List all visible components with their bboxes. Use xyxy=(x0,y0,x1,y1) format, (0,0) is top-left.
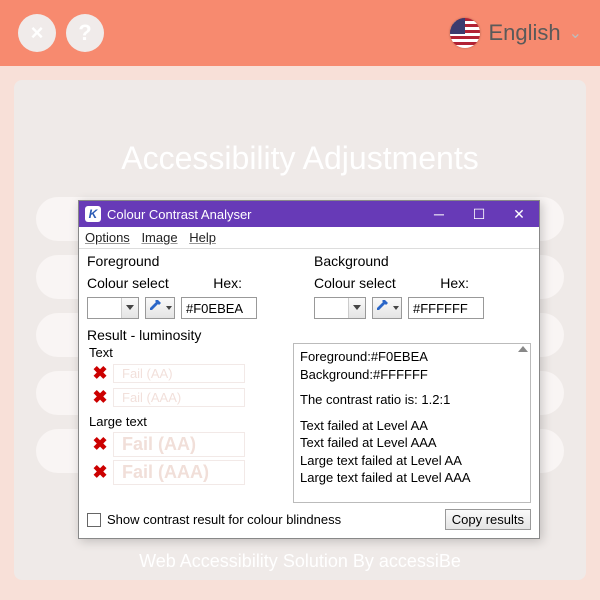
page-title: Accessibility Adjustments xyxy=(14,140,586,177)
text-aaa-result: Fail (AAA) xyxy=(113,388,245,407)
scroll-up-icon[interactable] xyxy=(518,346,528,352)
language-label: English xyxy=(488,20,560,46)
fg-eyedropper-button[interactable] xyxy=(145,297,175,319)
results-line: Large text failed at Level AAA xyxy=(300,469,524,487)
fail-icon: ✖ xyxy=(91,387,109,408)
large-text-subhead: Large text xyxy=(87,414,287,429)
fg-select-label: Colour select xyxy=(87,275,169,291)
eyedropper-icon xyxy=(148,300,162,314)
result-title: Result - luminosity xyxy=(87,327,531,343)
results-line: Large text failed at Level AA xyxy=(300,452,524,470)
chevron-down-icon: ⌄ xyxy=(569,23,582,43)
window-title: Colour Contrast Analyser xyxy=(107,207,419,222)
panel-footer: Web Accessibility Solution By accessiBe xyxy=(14,551,586,572)
results-line: Background:#FFFFFF xyxy=(300,366,524,384)
colour-blind-label: Show contrast result for colour blindnes… xyxy=(107,512,341,527)
help-button[interactable]: ? xyxy=(66,14,104,52)
close-window-button[interactable]: ✕ xyxy=(499,201,539,227)
fg-hex-label: Hex: xyxy=(213,275,242,291)
minimize-button[interactable]: ─ xyxy=(419,201,459,227)
large-aaa-result: Fail (AAA) xyxy=(113,460,245,485)
bg-hex-input[interactable] xyxy=(408,297,484,319)
menu-options[interactable]: Options xyxy=(85,230,130,245)
menu-bar: Options Image Help xyxy=(79,227,539,249)
us-flag-icon xyxy=(450,18,480,48)
bg-eyedropper-button[interactable] xyxy=(372,297,402,319)
fg-colour-dropdown[interactable] xyxy=(87,297,139,319)
text-subhead: Text xyxy=(87,345,287,360)
results-textarea[interactable]: Foreground:#F0EBEA Background:#FFFFFF Th… xyxy=(293,343,531,503)
fail-icon: ✖ xyxy=(91,363,109,384)
text-aa-result: Fail (AA) xyxy=(113,364,245,383)
results-line: Text failed at Level AAA xyxy=(300,434,524,452)
fail-icon: ✖ xyxy=(91,462,109,483)
results-line: Text failed at Level AA xyxy=(300,417,524,435)
window-titlebar[interactable]: K Colour Contrast Analyser ─ ☐ ✕ xyxy=(79,201,539,227)
cca-window: K Colour Contrast Analyser ─ ☐ ✕ Options… xyxy=(78,200,540,539)
fail-icon: ✖ xyxy=(91,434,109,455)
menu-help[interactable]: Help xyxy=(189,230,216,245)
results-line: Foreground:#F0EBEA xyxy=(300,348,524,366)
fg-hex-input[interactable] xyxy=(181,297,257,319)
menu-image[interactable]: Image xyxy=(141,230,177,245)
help-icon: ? xyxy=(78,20,91,46)
results-line: The contrast ratio is: 1.2:1 xyxy=(300,391,524,409)
foreground-group: Foreground xyxy=(87,253,304,269)
bg-hex-label: Hex: xyxy=(440,275,469,291)
large-aa-result: Fail (AA) xyxy=(113,432,245,457)
colour-blind-checkbox[interactable] xyxy=(87,513,101,527)
app-logo-icon: K xyxy=(85,206,101,222)
background-group: Background xyxy=(314,253,531,269)
bg-colour-dropdown[interactable] xyxy=(314,297,366,319)
close-icon: × xyxy=(31,20,44,46)
eyedropper-icon xyxy=(375,300,389,314)
bg-select-label: Colour select xyxy=(314,275,396,291)
language-selector[interactable]: English ⌄ xyxy=(450,18,582,48)
maximize-button[interactable]: ☐ xyxy=(459,201,499,227)
close-button[interactable]: × xyxy=(18,14,56,52)
copy-results-button[interactable]: Copy results xyxy=(445,509,531,530)
